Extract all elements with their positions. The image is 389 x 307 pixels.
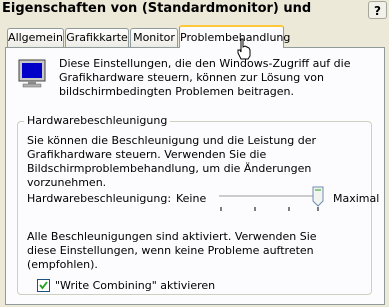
slider-label: Hardwarebeschleunigung:	[27, 192, 172, 205]
tab-label: Allgemein	[8, 31, 63, 44]
tab-monitor[interactable]: Monitor	[130, 28, 178, 47]
help-button[interactable]: ?	[368, 1, 387, 19]
checkmark-icon	[39, 281, 48, 290]
tab-label: Grafikkarte	[66, 31, 128, 44]
window-title: Eigenschaften von (Standardmonitor) und	[2, 1, 312, 16]
tab-allgemein[interactable]: Allgemein	[7, 28, 64, 47]
status-text: Alle Beschleunigungen sind aktiviert. Ve…	[27, 230, 317, 271]
title-bar: Eigenschaften von (Standardmonitor) und …	[0, 0, 389, 22]
write-combining-checkbox[interactable]	[37, 279, 50, 292]
slider-thumb[interactable]	[312, 186, 324, 207]
write-combining-label[interactable]: "Write Combining" aktivieren	[55, 279, 215, 292]
slider-max-label: Maximal	[333, 192, 380, 205]
acceleration-description: Sie können die Beschleunigung und die Le…	[27, 134, 317, 189]
tab-grafikkarte[interactable]: Grafikkarte	[65, 28, 129, 47]
monitor-icon	[18, 59, 46, 88]
group-legend: Hardwarebeschleunigung	[24, 114, 171, 127]
intro-text: Diese Einstellungen, die den Windows-Zug…	[59, 57, 351, 98]
tab-problembehandlung[interactable]: Problembehandlung	[179, 25, 290, 48]
acceleration-slider[interactable]	[215, 186, 327, 216]
hand-cursor-icon	[237, 38, 251, 60]
tab-label: Monitor	[133, 31, 175, 44]
slider-min-label: Keine	[176, 192, 207, 205]
